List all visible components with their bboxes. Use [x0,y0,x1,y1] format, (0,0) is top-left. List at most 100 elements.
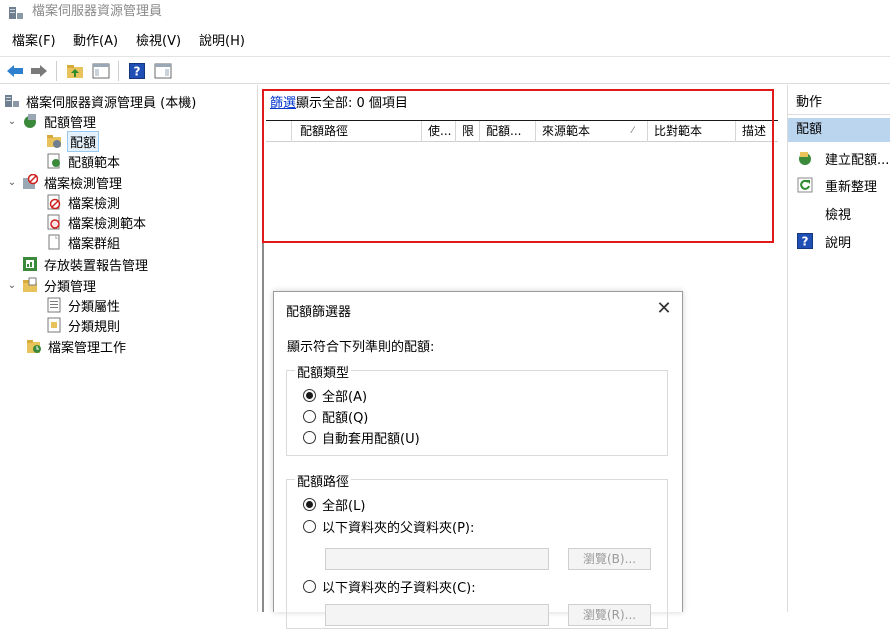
radio-quota-path-child[interactable]: 以下資料夾的子資料夾(C): [303,577,476,596]
radio-button[interactable] [303,520,316,533]
create-quota-icon [797,150,813,166]
actions-section-quotas[interactable]: 配額 [788,118,890,142]
toolbar: ? [0,56,890,84]
action-view[interactable]: 檢視 [788,202,890,224]
tree-label: 分類屬性 [68,299,121,315]
tree-item-quota-templates[interactable]: 配額範本 [46,151,120,171]
classification-property-icon [46,297,62,313]
quota-management-icon [22,113,38,129]
chevron-down-icon[interactable]: ⌄ [6,116,18,127]
chevron-down-icon[interactable]: ⌄ [6,280,18,291]
tree-label: 檔案管理工作 [48,340,127,356]
actions-header: 動作 [788,91,890,115]
refresh-icon [797,177,813,193]
action-refresh[interactable]: 重新整理 [788,174,890,196]
help-icon: ? [797,233,813,249]
tree-label: 檔案檢測管理 [44,176,123,192]
radio-button[interactable] [303,410,316,423]
svg-text:?: ? [134,65,141,79]
forward-arrow-icon[interactable] [28,60,50,82]
tree-label: 檔案群組 [68,236,121,252]
radio-quota-type-all[interactable]: 全部(A) [303,386,367,405]
file-screen-template-icon [46,214,62,230]
child-folder-input[interactable] [325,604,549,626]
action-pane-icon[interactable] [152,60,174,82]
file-management-task-icon [26,338,42,354]
tree-item-file-screening[interactable]: ⌄ 檔案檢測管理 [6,172,122,192]
help-icon[interactable]: ? [126,60,148,82]
file-screening-icon [22,173,39,190]
quota-type-group: 配額類型 全部(A) 配額(Q) 自動套用配額(U) [286,362,668,456]
tree-item-quotas[interactable]: 配額 [46,130,100,152]
radio-label: 自動套用配額(U) [322,432,420,447]
group-label: 配額類型 [295,362,352,381]
menu-view[interactable]: 檢視(V) [134,33,183,51]
tree-item-root[interactable]: 檔案伺服器資源管理員 (本機) [4,91,196,111]
tree-item-quota-management[interactable]: ⌄ 配額管理 [6,111,96,131]
chevron-down-icon[interactable]: ⌄ [6,177,18,188]
tree-label: 配額範本 [68,155,121,171]
radio-quota-path-parent[interactable]: 以下資料夾的父資料夾(P): [303,517,474,536]
radio-label: 全部(L) [322,499,366,514]
tree-label: 檔案檢測範本 [68,216,147,232]
toolbar-separator [118,61,119,81]
server-manager-icon [4,93,20,109]
tree-label: 配額 [66,130,100,152]
view-spacer [797,205,813,221]
action-label: 說明 [825,235,852,251]
tree-item-file-screens[interactable]: 檔案檢測 [46,192,120,212]
radio-button[interactable] [303,431,316,444]
tree-item-classification[interactable]: ⌄ 分類管理 [6,275,96,295]
up-folder-icon[interactable] [64,60,86,82]
radio-label: 以下資料夾的父資料夾(P): [322,521,475,536]
radio-button[interactable] [303,389,316,402]
quota-filter-dialog: 配額篩選器 ✕ 顯示符合下列準則的配額: 配額類型 全部(A) 配額(Q) 自動… [273,291,683,629]
tree-item-storage-reports[interactable]: 存放裝置報告管理 [22,254,148,274]
tree-label: 配額管理 [44,115,97,131]
classification-icon [22,277,38,293]
radio-label: 以下資料夾的子資料夾(C): [322,581,476,596]
storage-report-icon [22,256,38,272]
browse-parent-button[interactable]: 瀏覽(B)... [568,548,651,570]
radio-button[interactable] [303,580,316,593]
tree-item-file-groups[interactable]: 檔案群組 [46,232,120,252]
highlight-box [262,89,774,243]
tree-label: 存放裝置報告管理 [44,258,149,274]
menu-help[interactable]: 說明(H) [197,33,247,51]
server-manager-icon [8,5,24,21]
close-icon[interactable]: ✕ [654,299,674,319]
tree-item-classification-properties[interactable]: 分類屬性 [46,295,120,315]
radio-button[interactable] [303,498,316,511]
menu-file[interactable]: 檔案(F) [10,33,58,51]
back-arrow-icon[interactable] [4,60,26,82]
radio-label: 配額(Q) [322,411,369,426]
actions-pane: 動作 配額 建立配額... 重新整理 檢視 ? 說明 [787,85,890,612]
radio-quota-type-quota[interactable]: 配額(Q) [303,407,368,426]
tree-label: 分類規則 [68,319,121,335]
radio-label: 全部(A) [322,390,368,405]
dialog-description: 顯示符合下列準則的配額: [287,340,435,355]
quota-path-group: 配額路徑 全部(L) 以下資料夾的父資料夾(P): 瀏覽(B)... 以下資料夾… [286,471,668,629]
tree-item-classification-rules[interactable]: 分類規則 [46,315,120,335]
tree-label: 檔案檢測 [68,196,121,212]
action-label: 重新整理 [825,179,878,195]
window-title: 檔案伺服器資源管理員 [32,4,163,19]
parent-folder-input[interactable] [325,548,549,570]
tree-item-file-screen-templates[interactable]: 檔案檢測範本 [46,212,146,232]
action-help[interactable]: ? 說明 [788,230,890,252]
toolbar-separator [56,61,57,81]
menu-bar: 檔案(F) 動作(A) 檢視(V) 說明(H) [0,30,890,54]
tree-item-file-management-tasks[interactable]: 檔案管理工作 [26,336,126,356]
action-label: 建立配額... [825,152,890,168]
action-create-quota[interactable]: 建立配額... [788,147,890,169]
quota-folder-icon [46,133,62,149]
radio-quota-path-all[interactable]: 全部(L) [303,495,365,514]
file-screen-icon [46,194,62,210]
dialog-title: 配額篩選器 [286,305,352,320]
quota-template-icon [46,153,62,169]
show-hide-tree-icon[interactable] [90,60,112,82]
radio-quota-type-auto-apply[interactable]: 自動套用配額(U) [303,428,420,447]
browse-child-button[interactable]: 瀏覽(R)... [568,604,651,626]
tree-label: 分類管理 [44,279,97,295]
menu-action[interactable]: 動作(A) [71,33,120,51]
